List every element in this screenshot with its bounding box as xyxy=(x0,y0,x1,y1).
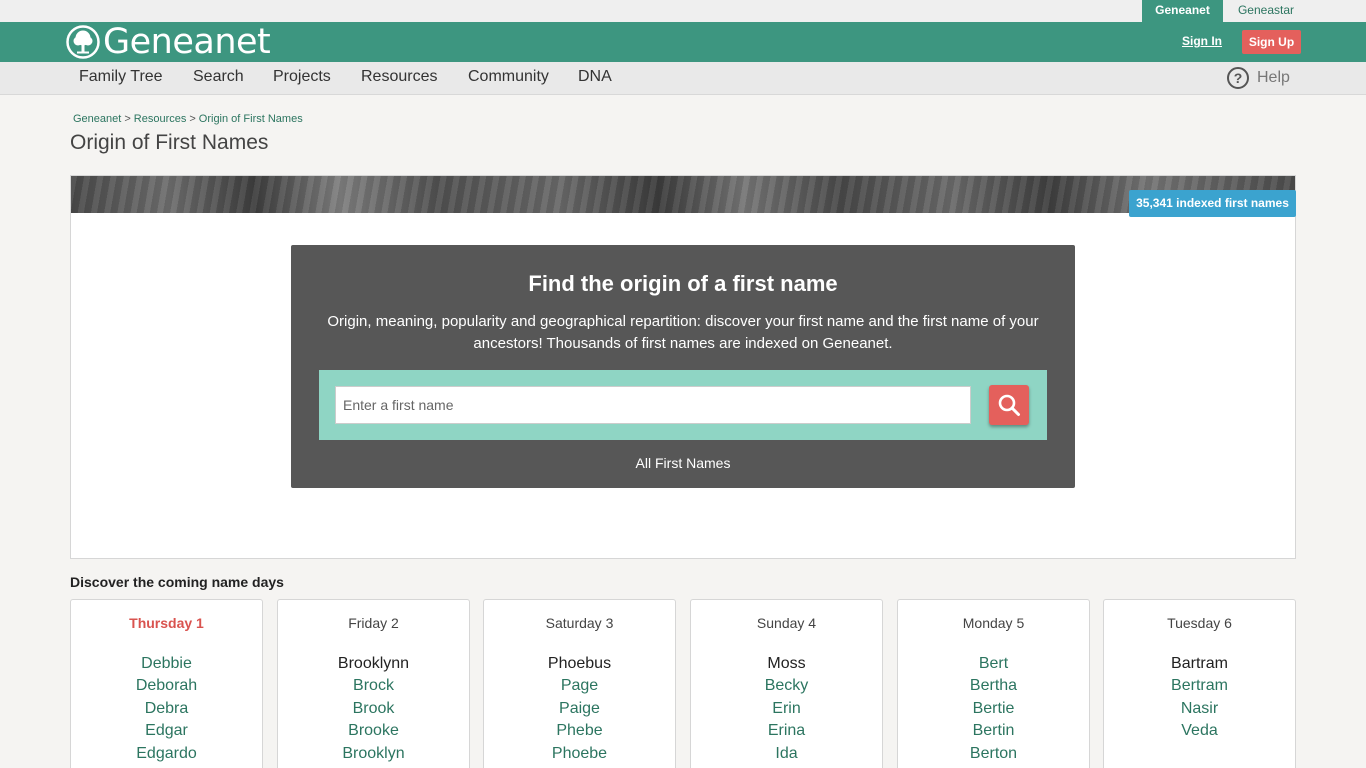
name-link[interactable]: Brock xyxy=(278,675,469,697)
name-text: Bartram xyxy=(1171,655,1228,672)
search-panel-container: 35,341 indexed first names Find the orig… xyxy=(70,175,1296,559)
search-bar xyxy=(319,370,1047,440)
name-link[interactable]: Bert xyxy=(898,653,1089,675)
main-nav: Family Tree Search Projects Resources Co… xyxy=(0,62,1366,95)
logo-text: Geneanet xyxy=(103,22,271,62)
name-link[interactable]: Erina xyxy=(691,720,882,742)
page-title: Origin of First Names xyxy=(70,131,269,154)
name-link[interactable]: Phoebe xyxy=(484,743,675,765)
nav-item-resources[interactable]: Resources xyxy=(361,68,437,86)
breadcrumb-current[interactable]: Origin of First Names xyxy=(199,113,303,125)
day-label: Monday 5 xyxy=(962,615,1025,631)
day-label: Sunday 4 xyxy=(756,615,817,631)
day-label: Friday 2 xyxy=(348,615,399,631)
name-text: Moss xyxy=(767,655,806,672)
nav-item-family-tree[interactable]: Family Tree xyxy=(79,68,163,86)
day-name-list: Debbie Deborah Debra Edgar Edgardo xyxy=(71,653,262,765)
name-link[interactable]: Bertha xyxy=(898,675,1089,697)
day-name-list: Phoebus Page Paige Phebe Phoebe xyxy=(484,653,675,765)
day-label: Thursday 1 xyxy=(129,615,204,631)
search-button[interactable] xyxy=(989,385,1029,425)
day-label: Tuesday 6 xyxy=(1167,615,1232,631)
name-link[interactable]: Phebe xyxy=(484,720,675,742)
name-link[interactable]: Deborah xyxy=(71,675,262,697)
name-link[interactable]: Veda xyxy=(1104,720,1295,742)
name-text: Brooklynn xyxy=(337,655,410,672)
name-link[interactable]: Page xyxy=(484,675,675,697)
day-name-list: Brooklynn Brock Brook Brooke Brooklyn xyxy=(278,653,469,765)
name-link[interactable]: Bertin xyxy=(898,720,1089,742)
day-label: Saturday 3 xyxy=(545,615,614,631)
name-link[interactable]: Edgardo xyxy=(71,743,262,765)
logo[interactable]: Geneanet xyxy=(66,22,271,62)
name-link[interactable]: Erin xyxy=(691,698,882,720)
nav-item-search[interactable]: Search xyxy=(193,68,244,86)
breadcrumb-geneanet[interactable]: Geneanet xyxy=(73,113,121,125)
name-link[interactable]: Becky xyxy=(691,675,882,697)
name-link[interactable]: Brooke xyxy=(278,720,469,742)
nav-item-dna[interactable]: DNA xyxy=(578,68,612,86)
indexed-count-badge: 35,341 indexed first names xyxy=(1129,190,1296,217)
tree-icon xyxy=(66,25,100,59)
name-link[interactable]: Debra xyxy=(71,698,262,720)
name-link[interactable]: Bertram xyxy=(1104,675,1295,697)
name-link[interactable]: Berton xyxy=(898,743,1089,765)
search-description: Origin, meaning, popularity and geograph… xyxy=(327,313,1039,352)
name-link[interactable]: Paige xyxy=(484,698,675,720)
site-switcher-bar: Geneanet Geneastar xyxy=(0,0,1366,22)
sign-up-button[interactable]: Sign Up xyxy=(1242,30,1301,54)
question-icon: ? xyxy=(1227,67,1249,89)
first-name-search-box: Find the origin of a first name Origin, … xyxy=(291,245,1075,488)
day-name-list: Moss Becky Erin Erina Ida xyxy=(691,653,882,765)
name-days-title: Discover the coming name days xyxy=(70,574,284,590)
breadcrumb: Geneanet > Resources > Origin of First Names xyxy=(73,113,303,125)
site-header: Geneanet Sign In Sign Up xyxy=(0,22,1366,62)
day-card: Tuesday 6 Bartram Bertram Nasir Veda xyxy=(1103,599,1296,768)
search-icon xyxy=(998,394,1020,416)
day-name-list: Bartram Bertram Nasir Veda xyxy=(1104,653,1295,743)
first-name-input[interactable] xyxy=(335,386,971,424)
name-link[interactable]: Brooklyn xyxy=(278,743,469,765)
name-link[interactable]: Brook xyxy=(278,698,469,720)
name-text: Phoebus xyxy=(547,655,612,672)
name-link[interactable]: Edgar xyxy=(71,720,262,742)
nav-item-community[interactable]: Community xyxy=(468,68,549,86)
day-card: Saturday 3 Phoebus Page Paige Phebe Phoe… xyxy=(483,599,676,768)
sign-in-link[interactable]: Sign In xyxy=(1182,34,1222,48)
banner-image xyxy=(71,176,1295,213)
search-title: Find the origin of a first name xyxy=(528,271,838,296)
day-card: Monday 5 Bert Bertha Bertie Bertin Berto… xyxy=(897,599,1090,768)
site-tab-geneanet[interactable]: Geneanet xyxy=(1142,0,1223,22)
help-link[interactable]: ? Help xyxy=(1227,67,1290,89)
name-link[interactable]: Bertie xyxy=(898,698,1089,720)
nav-item-projects[interactable]: Projects xyxy=(273,68,331,86)
site-tab-geneastar[interactable]: Geneastar xyxy=(1224,0,1308,22)
day-card: Friday 2 Brooklynn Brock Brook Brooke Br… xyxy=(277,599,470,768)
day-card: Sunday 4 Moss Becky Erin Erina Ida xyxy=(690,599,883,768)
name-link[interactable]: Ida xyxy=(691,743,882,765)
name-link[interactable]: Debbie xyxy=(71,653,262,675)
name-link[interactable]: Nasir xyxy=(1104,698,1295,720)
day-name-list: Bert Bertha Bertie Bertin Berton xyxy=(898,653,1089,765)
day-card: Thursday 1 Debbie Deborah Debra Edgar Ed… xyxy=(70,599,263,768)
breadcrumb-resources[interactable]: Resources xyxy=(134,113,187,125)
all-first-names-link[interactable]: All First Names xyxy=(291,455,1075,471)
help-label: Help xyxy=(1257,69,1290,86)
